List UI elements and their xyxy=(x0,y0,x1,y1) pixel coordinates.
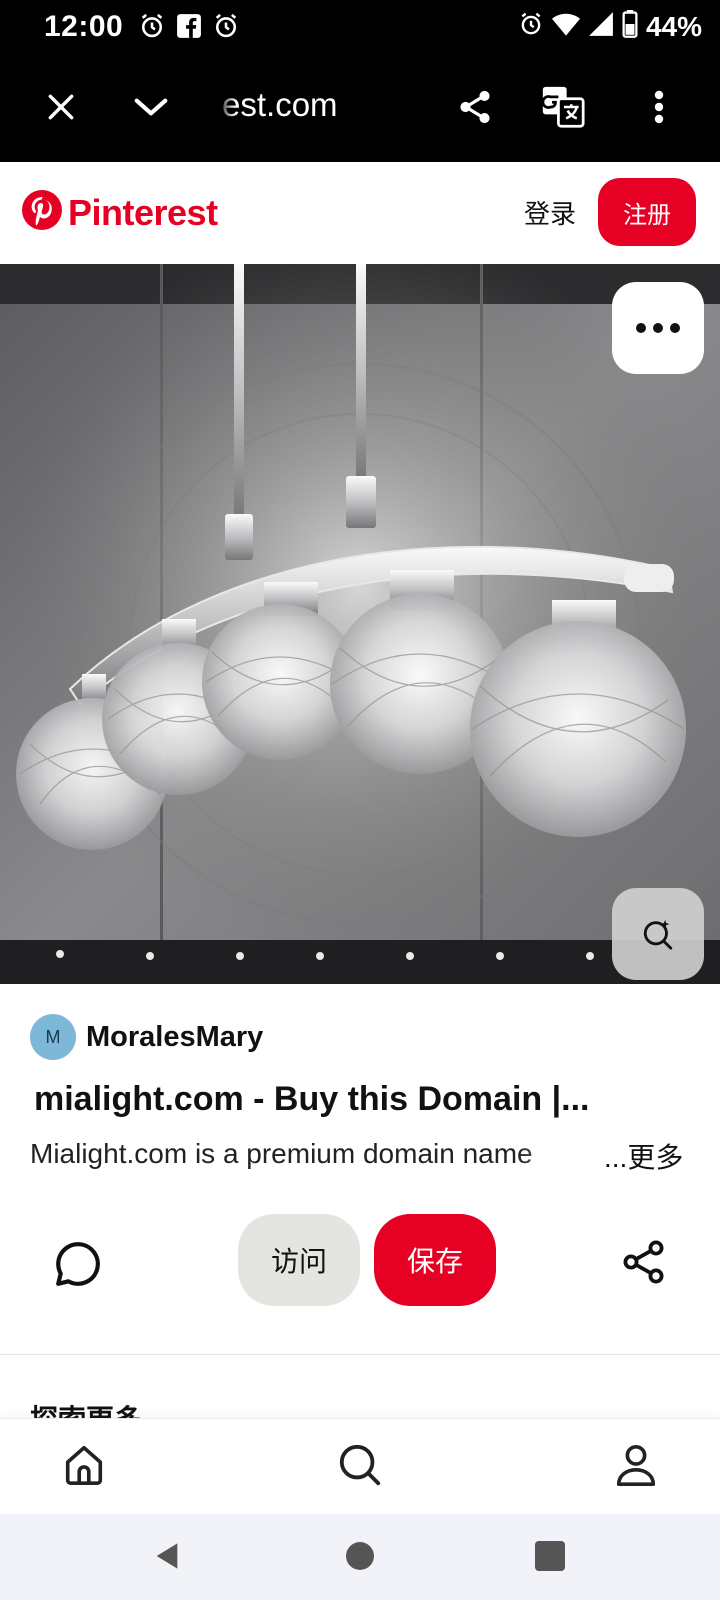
browser-toolbar: est.com xyxy=(0,56,720,162)
url-fade xyxy=(216,80,236,136)
status-bar: 12:00 44% xyxy=(0,0,720,56)
pinterest-logo[interactable]: Pinterest xyxy=(22,190,218,235)
comment-icon xyxy=(53,1239,103,1294)
browser-menu-button[interactable] xyxy=(634,84,684,134)
visual-search-button[interactable] xyxy=(612,888,704,980)
pinterest-logo-text: Pinterest xyxy=(68,191,218,233)
pinterest-logo-icon xyxy=(22,190,62,235)
avatar: M xyxy=(30,1014,76,1060)
system-back-button[interactable] xyxy=(148,1538,188,1578)
pin-description: Mialight.com is a premium domain name xyxy=(30,1138,533,1169)
signup-button[interactable]: 注册 xyxy=(598,178,696,246)
description-more-link[interactable]: ...更多 xyxy=(604,1136,683,1176)
comment-button[interactable] xyxy=(50,1238,106,1294)
home-circle-icon xyxy=(346,1541,374,1575)
system-recents-button[interactable] xyxy=(530,1538,570,1578)
pin-more-button[interactable] xyxy=(612,282,704,374)
battery-percent: 44% xyxy=(645,10,702,42)
minimize-button[interactable] xyxy=(126,84,176,134)
visual-search-icon xyxy=(641,917,675,951)
section-divider xyxy=(0,1354,720,1355)
pin-author[interactable]: M MoralesMary xyxy=(30,1014,263,1060)
nav-search[interactable] xyxy=(332,1439,388,1495)
alarm-icon xyxy=(518,11,544,42)
facebook-icon xyxy=(176,13,202,44)
share-icon xyxy=(456,88,494,131)
recents-icon xyxy=(535,1540,565,1576)
wifi-icon xyxy=(551,11,580,42)
login-link[interactable]: 登录 xyxy=(524,194,576,231)
chevron-down-icon xyxy=(132,88,170,131)
share-icon xyxy=(620,1238,668,1291)
nav-profile[interactable] xyxy=(608,1439,664,1495)
system-status-icons: 44% xyxy=(518,10,702,43)
pin-title: mialight.com - Buy this Domain |... xyxy=(34,1080,590,1118)
author-name: MoralesMary xyxy=(86,1020,264,1053)
more-vert-icon xyxy=(653,89,665,130)
browser-share-button[interactable] xyxy=(450,84,500,134)
home-icon xyxy=(61,1442,107,1493)
system-nav-bar xyxy=(0,1514,720,1600)
alarm-icon xyxy=(212,12,240,45)
more-horiz-icon xyxy=(635,322,681,334)
pin-image[interactable] xyxy=(0,264,720,984)
pendant-lamp-photo xyxy=(0,264,720,984)
status-time: 12:00 xyxy=(44,10,124,43)
pin-share-button[interactable] xyxy=(616,1236,672,1292)
visit-button[interactable]: 访问 xyxy=(238,1214,360,1306)
nav-home[interactable] xyxy=(56,1439,112,1495)
pinterest-header: Pinterest 登录 注册 xyxy=(0,162,720,264)
close-icon xyxy=(45,91,77,128)
battery-icon xyxy=(622,10,638,43)
back-icon xyxy=(152,1540,184,1577)
url-text[interactable]: est.com xyxy=(222,86,338,124)
search-icon xyxy=(337,1442,383,1493)
close-tab-button[interactable] xyxy=(36,84,86,134)
notification-icons xyxy=(138,12,240,45)
alarm-icon xyxy=(138,12,166,45)
translate-button[interactable] xyxy=(538,84,588,134)
save-button[interactable]: 保存 xyxy=(374,1214,496,1306)
system-home-button[interactable] xyxy=(340,1538,380,1578)
bottom-nav xyxy=(0,1418,720,1514)
translate-icon xyxy=(541,85,585,134)
profile-icon xyxy=(613,1442,659,1493)
signal-icon xyxy=(588,11,614,42)
more-ideas-heading: 探索更多 xyxy=(30,1400,142,1418)
